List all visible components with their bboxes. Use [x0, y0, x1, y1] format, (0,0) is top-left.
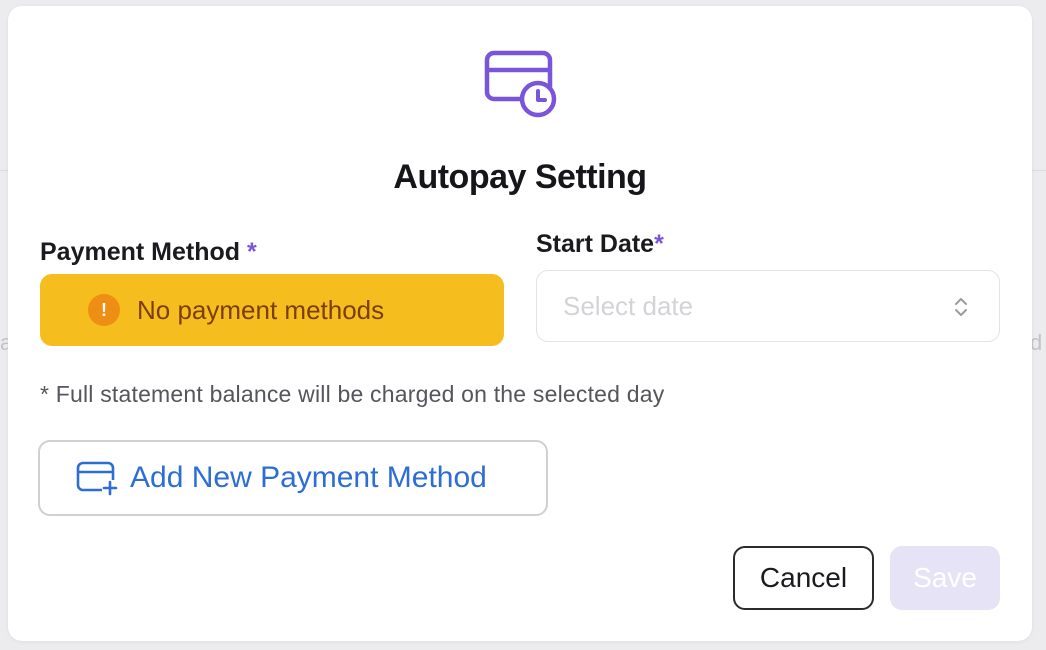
chevrons-up-down-icon — [955, 298, 967, 316]
payment-method-label-text: Payment Method — [40, 238, 241, 266]
background-divider — [1032, 170, 1046, 171]
start-date-label: Start Date* — [536, 230, 664, 259]
cancel-button[interactable]: Cancel — [733, 546, 874, 610]
modal-title: Autopay Setting — [393, 158, 647, 196]
start-date-select[interactable]: Select date — [536, 270, 1000, 342]
background-divider — [0, 170, 8, 171]
save-button[interactable]: Save — [890, 546, 1000, 610]
add-payment-method-button[interactable]: Add New Payment Method — [38, 440, 548, 516]
start-date-label-text: Start Date — [536, 230, 655, 258]
required-asterisk: * — [246, 238, 257, 266]
autopay-modal: Autopay Setting Payment Method * ! No pa… — [8, 6, 1032, 641]
alert-message: No payment methods — [137, 294, 385, 325]
start-date-placeholder: Select date — [563, 290, 694, 321]
no-payment-methods-alert: ! No payment methods — [40, 274, 504, 346]
add-payment-method-label: Add New Payment Method — [130, 461, 487, 494]
statement-balance-note: * Full statement balance will be charged… — [40, 381, 665, 407]
card-plus-icon — [76, 461, 118, 496]
payment-method-label: Payment Method * — [40, 238, 257, 267]
card-clock-icon — [484, 50, 557, 118]
required-asterisk: * — [654, 230, 664, 258]
exclamation-circle-icon: ! — [88, 294, 120, 326]
